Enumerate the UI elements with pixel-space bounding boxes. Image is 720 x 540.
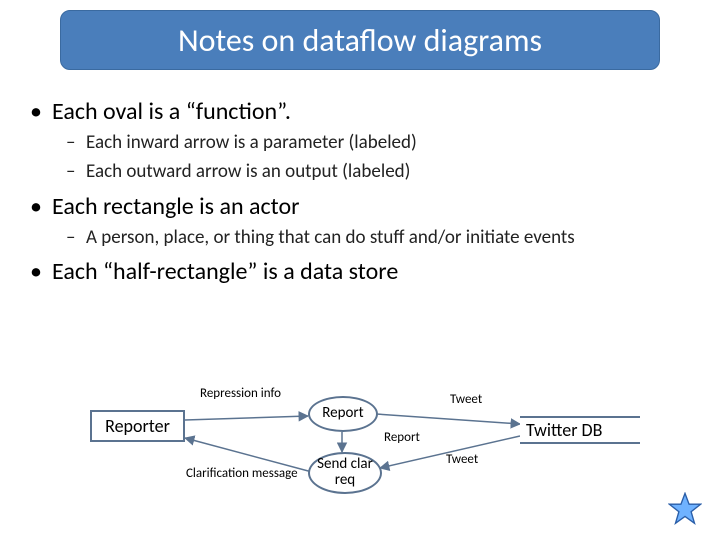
datastore-twitter-db: Twitter DB xyxy=(520,416,640,444)
content-body: Each oval is a “function”. Each inward a… xyxy=(30,90,690,288)
edge-label-tweet-bottom: Tweet xyxy=(446,452,478,467)
bullet-level1: Each oval is a “function”. xyxy=(30,96,690,127)
bullet-level1: Each “half-rectangle” is a data store xyxy=(30,256,690,287)
actor-reporter: Reporter xyxy=(90,410,185,442)
dataflow-diagram: Reporter Report Send clar req Twitter DB… xyxy=(90,388,650,508)
edge-label-repression: Repression info xyxy=(200,386,281,401)
slide-title-box: Notes on dataflow diagrams xyxy=(60,10,660,70)
edge-label-tweet-top: Tweet xyxy=(450,392,482,407)
star-icon xyxy=(668,492,702,526)
edge-label-report: Report xyxy=(384,430,420,445)
bullet-level2: A person, place, or thing that can do st… xyxy=(66,226,690,251)
actor-label: Reporter xyxy=(105,415,170,437)
function-label: Report xyxy=(322,406,363,422)
edge-label-clarification: Clarification message xyxy=(186,466,298,481)
bullet-level2: Each outward arrow is an output (labeled… xyxy=(66,160,690,185)
function-report: Report xyxy=(308,396,378,432)
datastore-label: Twitter DB xyxy=(526,419,602,441)
bullet-level1: Each rectangle is an actor xyxy=(30,191,690,222)
function-send-clar-req: Send clar req xyxy=(308,452,382,494)
bullet-level2: Each inward arrow is a parameter (labele… xyxy=(66,131,690,156)
function-label: Send clar req xyxy=(310,457,380,489)
slide-title: Notes on dataflow diagrams xyxy=(178,21,542,60)
